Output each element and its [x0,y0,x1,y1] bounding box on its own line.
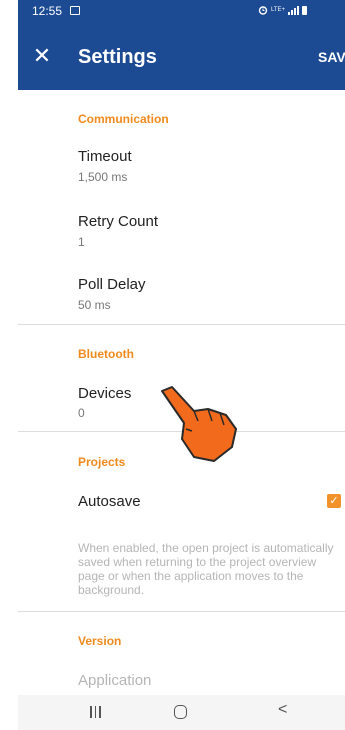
device-frame [0,0,18,730]
divider [18,611,345,612]
phone-screen: 12:55 LTE+ ✕ Settings SAV Communication … [18,0,345,730]
divider [18,324,345,325]
navigation-bar: < [18,695,345,730]
setting-title: Retry Count [78,213,159,230]
alarm-icon [258,6,268,15]
autosave-checkbox[interactable]: ✓ [327,494,341,508]
home-icon[interactable] [174,705,187,719]
back-icon[interactable]: < [278,701,287,719]
setting-value: 50 ms [78,298,111,312]
autosave-description: When enabled, the open project is automa… [78,541,334,597]
setting-value: 1,500 ms [78,170,128,184]
battery-icon [302,5,308,15]
save-button[interactable]: SAV [318,49,345,65]
status-bar: 12:55 LTE+ [18,0,345,22]
status-icons: LTE+ [258,5,308,15]
image-icon [70,6,80,15]
recent-apps-icon[interactable] [90,706,101,718]
setting-title: Devices [78,385,132,402]
pointing-hand-icon [161,386,237,462]
setting-title: Autosave [78,493,141,510]
section-header-communication: Communication [78,112,169,126]
setting-title: Poll Delay [78,276,146,293]
setting-title: Application [78,672,152,689]
app-bar: ✕ Settings SAV [18,22,345,90]
section-header-projects: Projects [78,455,126,469]
close-icon[interactable]: ✕ [30,44,54,68]
status-time: 12:55 [32,4,63,18]
setting-value: 0 [78,406,85,420]
lte-icon: LTE+ [271,7,286,13]
section-header-version: Version [78,634,122,648]
section-header-bluetooth: Bluetooth [78,347,134,361]
signal-icon [288,5,300,15]
setting-title: Timeout [78,148,132,165]
setting-value: 1 [78,235,85,249]
page-title: Settings [78,46,157,68]
